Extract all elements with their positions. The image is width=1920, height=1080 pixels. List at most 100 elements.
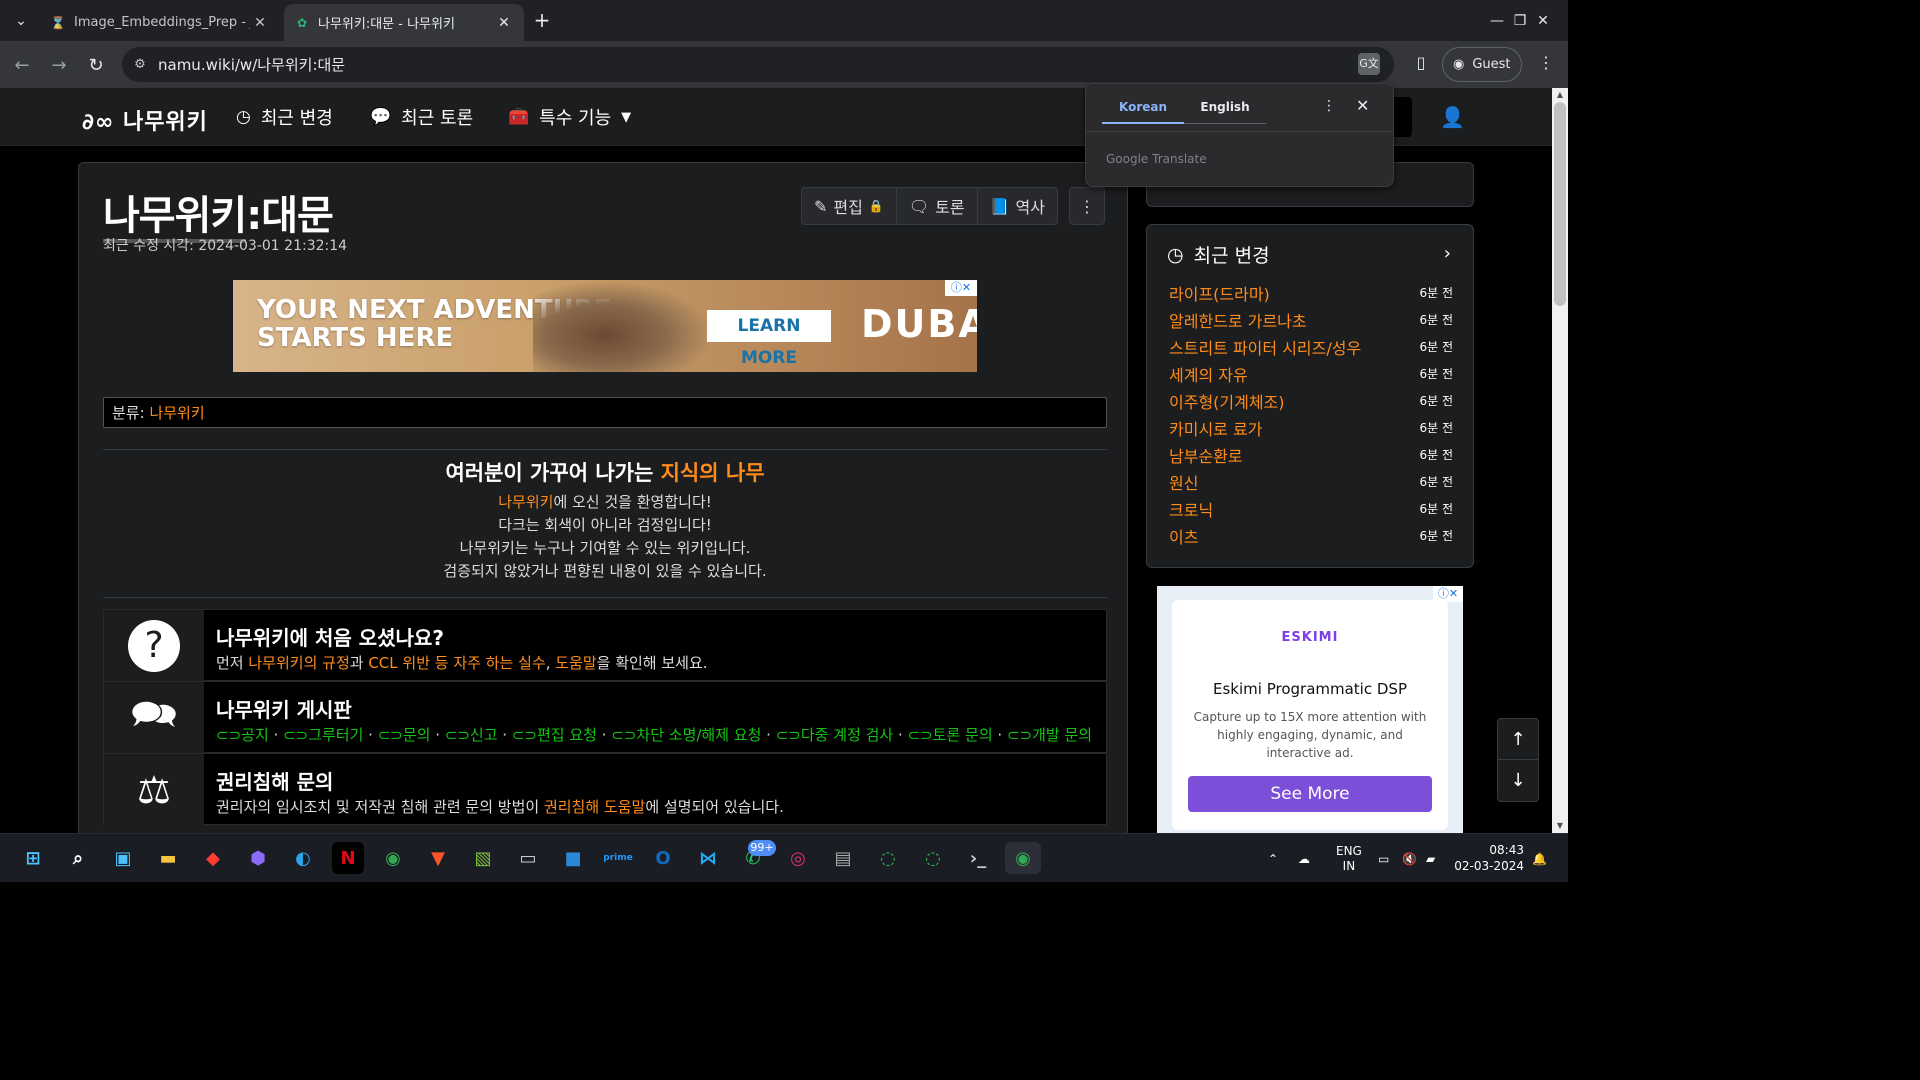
battery-icon[interactable]: ▰ bbox=[1426, 834, 1435, 883]
recent-link[interactable]: 원신 bbox=[1169, 470, 1198, 494]
ad-see-more-button[interactable]: See More bbox=[1188, 776, 1432, 812]
board-link[interactable]: ⊂⊃편집 요청 bbox=[512, 726, 597, 744]
recent-link[interactable]: 스트리트 파이터 시리즈/성우 bbox=[1169, 335, 1361, 359]
board-link[interactable]: ⊂⊃토론 문의 bbox=[908, 726, 993, 744]
recent-link[interactable]: 크로닉 bbox=[1169, 497, 1213, 521]
recent-changes-header[interactable]: ◷ 최근 변경 bbox=[1167, 241, 1270, 268]
photos-icon[interactable]: ▧ bbox=[467, 842, 499, 874]
address-bar[interactable]: ⚙ namu.wiki/w/나무위키:대문 G文 bbox=[122, 47, 1394, 82]
chrome-icon[interactable]: ◉ bbox=[377, 842, 409, 874]
lang-target-tab[interactable]: English bbox=[1184, 98, 1266, 124]
profile-button[interactable]: ◉ Guest bbox=[1442, 47, 1522, 82]
volume-icon[interactable]: 🔇 bbox=[1402, 834, 1417, 883]
close-icon[interactable]: ✕ bbox=[1356, 96, 1369, 115]
translate-icon[interactable]: G文 bbox=[1358, 53, 1380, 75]
chrome-active-icon[interactable]: ◉ bbox=[1005, 842, 1041, 874]
tab-search-button[interactable]: ⌄ bbox=[8, 8, 34, 34]
recent-link[interactable]: 카미시로 료가 bbox=[1169, 416, 1262, 440]
ad-eskimi[interactable]: ⓘ✕ ESKIMI Eskimi Programmatic DSP Captur… bbox=[1157, 586, 1463, 833]
rules-link[interactable]: 나무위키의 규정 bbox=[248, 654, 349, 672]
scrollbar-thumb[interactable] bbox=[1554, 102, 1566, 306]
tab-jupyter[interactable]: ⌛ Image_Embeddings_Prep - Jupyt ✕ bbox=[40, 4, 280, 41]
nav-special-functions[interactable]: 🧰 특수 기능 ▼ bbox=[508, 104, 631, 130]
terminal-2-icon[interactable]: ›_ bbox=[962, 842, 994, 874]
board-link[interactable]: ⊂⊃문의 bbox=[378, 726, 431, 744]
prime-video-icon[interactable]: prime bbox=[602, 842, 634, 874]
app-ring-icon[interactable]: ◌ bbox=[872, 842, 904, 874]
welcome-line-2[interactable]: 다크는 회색이 아니라 검정입니다! bbox=[103, 514, 1107, 537]
outlook-icon[interactable]: O bbox=[647, 842, 679, 874]
history-label: 역사 bbox=[1015, 198, 1045, 217]
windows-start-icon[interactable]: ⊞ bbox=[17, 842, 49, 874]
knowledge-tree-link[interactable]: 지식의 나무 bbox=[661, 461, 765, 485]
discuss-button[interactable]: 🗨 토론 bbox=[897, 188, 978, 224]
app-window-icon[interactable]: ▤ bbox=[827, 842, 859, 874]
brave-icon[interactable]: ▼ bbox=[422, 842, 454, 874]
nav-recent-changes[interactable]: ◷ 최근 변경 bbox=[236, 104, 333, 130]
namuwiki-link[interactable]: 나무위키 bbox=[498, 493, 553, 511]
arrow-down-icon[interactable]: ↓ bbox=[1498, 760, 1538, 801]
board-link[interactable]: ⊂⊃다중 계정 검사 bbox=[776, 726, 893, 744]
close-tab-icon[interactable]: ✕ bbox=[494, 15, 514, 31]
app-ring-2-icon[interactable]: ◌ bbox=[917, 842, 949, 874]
store-icon[interactable]: ▣ bbox=[107, 842, 139, 874]
new-tab-button[interactable]: + bbox=[530, 8, 554, 32]
tab-namuwiki[interactable]: ✿ 나무위키:대문 - 나무위키 ✕ bbox=[284, 4, 524, 41]
arrow-up-icon[interactable]: ↑ bbox=[1498, 719, 1538, 760]
cloud-icon[interactable]: ☁ bbox=[1298, 834, 1310, 883]
lang-source-tab[interactable]: Korean bbox=[1102, 98, 1184, 124]
network-icon[interactable]: ▭ bbox=[1378, 834, 1389, 883]
vscode-icon[interactable]: ⋈ bbox=[692, 842, 724, 874]
recent-link[interactable]: 남부순환로 bbox=[1169, 443, 1243, 467]
terminal-icon[interactable]: ▭ bbox=[512, 842, 544, 874]
ad-learn-more-button[interactable]: LEARN MORE bbox=[707, 310, 831, 368]
help-link[interactable]: 도움말 bbox=[555, 654, 596, 672]
app-diamond-icon[interactable]: ◆ bbox=[197, 842, 229, 874]
back-button[interactable]: ← bbox=[8, 51, 36, 79]
category-link[interactable]: 나무위키 bbox=[149, 404, 204, 422]
history-button[interactable]: 📘 역사 bbox=[978, 188, 1057, 224]
clock[interactable]: 08:43 02-03-2024 bbox=[1452, 842, 1524, 874]
forward-button[interactable]: → bbox=[45, 51, 73, 79]
language-indicator[interactable]: ENG IN bbox=[1336, 834, 1362, 883]
board-link[interactable]: ⊂⊃그루터기 bbox=[283, 726, 363, 744]
edit-button[interactable]: ✎ 편집 🔒 bbox=[802, 188, 897, 224]
file-explorer-icon[interactable]: ▬ bbox=[152, 842, 184, 874]
close-window-button[interactable]: ✕ bbox=[1520, 0, 1566, 41]
more-actions-button[interactable]: ⋮ bbox=[1069, 187, 1105, 225]
search-icon[interactable]: ⌕ bbox=[62, 842, 94, 874]
rights-help-link[interactable]: 권리침해 도움말 bbox=[544, 798, 645, 816]
user-icon[interactable]: 👤 bbox=[1440, 105, 1465, 129]
page-scrollbar[interactable]: ▲ ▼ bbox=[1552, 88, 1568, 833]
ad-choices-icon[interactable]: ⓘ✕ bbox=[945, 280, 977, 296]
more-options-icon[interactable]: ⋮ bbox=[1322, 98, 1336, 114]
recent-link[interactable]: 세계의 자유 bbox=[1169, 362, 1248, 386]
site-logo[interactable]: ∂∞ 나무위키 bbox=[82, 104, 208, 136]
scroll-down-arrow-icon[interactable]: ▼ bbox=[1552, 819, 1568, 833]
edge-icon[interactable]: ◐ bbox=[287, 842, 319, 874]
close-tab-icon[interactable]: ✕ bbox=[250, 15, 270, 31]
notification-bell-icon[interactable]: 🔔 bbox=[1532, 834, 1547, 883]
recent-link[interactable]: 이츠 bbox=[1169, 524, 1198, 548]
tray-chevron-up-icon[interactable]: ⌃ bbox=[1268, 834, 1278, 883]
recent-link[interactable]: 이주형(기계체조) bbox=[1169, 389, 1285, 413]
browser-menu-icon[interactable]: ⋮ bbox=[1536, 53, 1556, 77]
ad-banner-dubai[interactable]: YOUR NEXT ADVENTURE STARTS HERE LEARN MOR… bbox=[233, 280, 977, 372]
chevron-right-icon[interactable]: › bbox=[1444, 243, 1451, 264]
copilot-icon[interactable]: ⬢ bbox=[242, 842, 274, 874]
nav-recent-discussions[interactable]: 💬 최근 토론 bbox=[370, 104, 473, 130]
common-mistakes-link[interactable]: CCL 위반 등 자주 하는 실수 bbox=[368, 654, 545, 672]
recent-link[interactable]: 알레한드로 가르나초 bbox=[1169, 308, 1307, 332]
netflix-icon[interactable]: N bbox=[332, 842, 364, 874]
board-link[interactable]: ⊂⊃공지 bbox=[216, 726, 269, 744]
recent-link[interactable]: 라이프(드라마) bbox=[1169, 281, 1270, 305]
board-link[interactable]: ⊂⊃신고 bbox=[445, 726, 498, 744]
site-info-icon[interactable]: ⚙ bbox=[122, 57, 158, 72]
board-link[interactable]: ⊂⊃차단 소명/해제 요청 bbox=[611, 726, 761, 744]
reload-button[interactable]: ↻ bbox=[82, 51, 110, 79]
board-link[interactable]: ⊂⊃개발 문의 bbox=[1007, 726, 1092, 744]
instagram-icon[interactable]: ◎ bbox=[782, 842, 814, 874]
side-panel-icon[interactable]: ▯ bbox=[1410, 53, 1432, 75]
scroll-up-arrow-icon[interactable]: ▲ bbox=[1552, 88, 1568, 102]
app-blue-icon[interactable]: ■ bbox=[557, 842, 589, 874]
